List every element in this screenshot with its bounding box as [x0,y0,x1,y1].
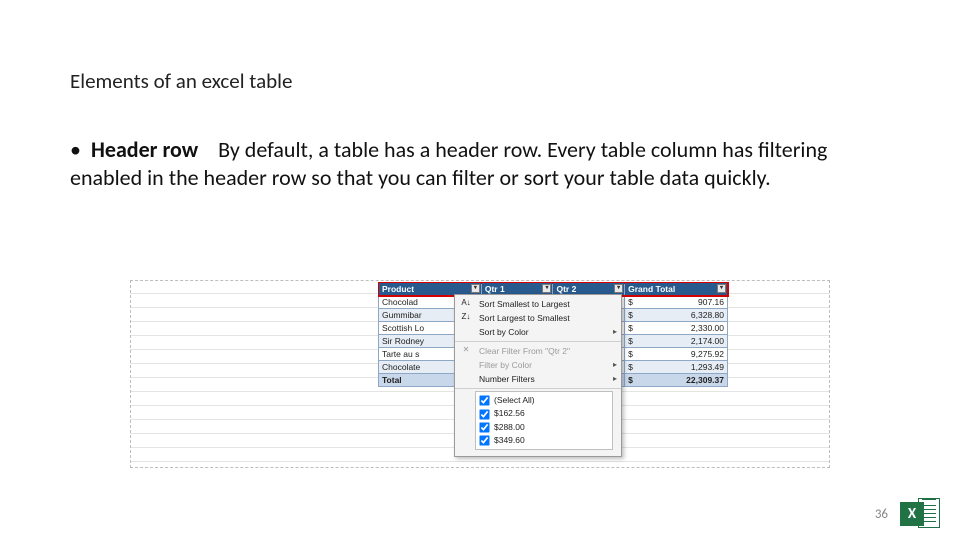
sort-asc-icon: A↓ [459,298,473,310]
menu-filter-by-color: Filter by Color ▸ [455,358,621,372]
menu-number-filters[interactable]: Number Filters ▸ [455,372,621,386]
filter-sort-menu: A↓ Sort Smallest to Largest Z↓ Sort Larg… [454,294,622,457]
filter-dropdown-icon[interactable]: ▾ [471,284,480,293]
checkbox[interactable] [479,409,489,419]
excel-badge-icon: X [900,502,924,526]
excel-logo: X [900,496,940,532]
sort-desc-icon: Z↓ [459,312,473,324]
slide: Elements of an excel table • Header row … [0,0,960,540]
excel-table-screenshot: Product ▾ Qtr 1 ▾ Qtr 2 ▾ Grand Total ▾ … [378,282,718,387]
filter-dropdown-icon[interactable]: ▾ [717,284,726,293]
filter-dropdown-icon[interactable]: ▾ [614,284,623,293]
filter-dropdown-icon[interactable]: ▾ [542,284,551,293]
clear-filter-icon: ✕ [459,345,473,357]
term-header-row: Header row [91,136,198,163]
checkbox[interactable] [479,396,489,406]
menu-sort-by-color[interactable]: Sort by Color ▸ [455,325,621,339]
submenu-arrow-icon: ▸ [613,360,617,369]
menu-sort-asc[interactable]: A↓ Sort Smallest to Largest [455,297,621,311]
filter-check-item[interactable]: (Select All) [478,394,610,407]
filter-check-item[interactable]: $349.60 [478,434,610,447]
col-header-grand-total[interactable]: Grand Total ▾ [625,283,728,296]
submenu-arrow-icon: ▸ [613,327,617,336]
filter-checklist[interactable]: (Select All) $162.56 $288.00 $349.60 [475,391,613,450]
submenu-arrow-icon: ▸ [613,374,617,383]
slide-title: Elements of an excel table [70,68,292,94]
filter-check-item[interactable]: $288.00 [478,421,610,434]
menu-sort-desc[interactable]: Z↓ Sort Largest to Smallest [455,311,621,325]
bullet: • [70,136,86,164]
body-paragraph: • Header row By default, a table has a h… [70,136,890,191]
menu-clear-filter: ✕ Clear Filter From "Qtr 2" [455,344,621,358]
filter-check-item[interactable]: $162.56 [478,407,610,420]
checkbox[interactable] [479,435,489,445]
checkbox[interactable] [479,422,489,432]
page-number: 36 [875,507,888,522]
